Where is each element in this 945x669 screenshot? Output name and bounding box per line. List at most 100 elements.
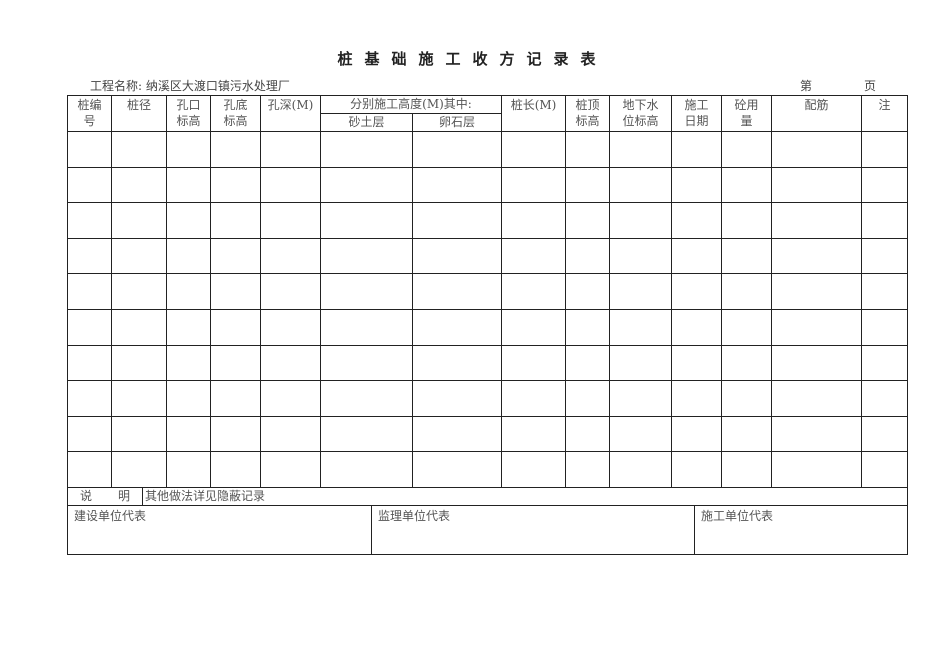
table-cell[interactable] <box>67 273 112 310</box>
table-cell[interactable] <box>501 166 567 204</box>
table-cell[interactable] <box>671 166 723 204</box>
table-cell[interactable] <box>501 273 567 310</box>
table-cell[interactable] <box>260 380 321 417</box>
table-cell[interactable] <box>67 237 112 275</box>
table-cell[interactable] <box>609 131 673 168</box>
table-cell[interactable] <box>210 273 261 310</box>
table-cell[interactable] <box>166 380 211 417</box>
table-cell[interactable] <box>609 202 673 239</box>
table-cell[interactable] <box>721 308 773 346</box>
table-cell[interactable] <box>111 308 167 346</box>
table-cell[interactable] <box>320 344 413 382</box>
table-cell[interactable] <box>166 273 211 310</box>
table-cell[interactable] <box>210 308 261 346</box>
table-cell[interactable] <box>671 415 723 453</box>
table-cell[interactable] <box>565 166 611 204</box>
table-cell[interactable] <box>501 202 567 239</box>
table-cell[interactable] <box>671 380 723 417</box>
table-cell[interactable] <box>771 237 863 275</box>
table-cell[interactable] <box>411 308 503 346</box>
table-cell[interactable] <box>861 202 909 239</box>
table-cell[interactable] <box>260 344 321 382</box>
table-cell[interactable] <box>320 131 413 168</box>
table-cell[interactable] <box>671 344 723 382</box>
table-cell[interactable] <box>565 344 611 382</box>
table-cell[interactable] <box>771 415 863 453</box>
table-cell[interactable] <box>111 451 167 488</box>
table-cell[interactable] <box>609 415 673 453</box>
table-cell[interactable] <box>67 451 112 488</box>
table-cell[interactable] <box>861 380 909 417</box>
table-cell[interactable] <box>609 273 673 310</box>
table-cell[interactable] <box>565 451 611 488</box>
table-cell[interactable] <box>501 451 567 488</box>
table-cell[interactable] <box>411 380 503 417</box>
table-cell[interactable] <box>166 451 211 488</box>
table-cell[interactable] <box>771 202 863 239</box>
table-cell[interactable] <box>260 202 321 239</box>
table-cell[interactable] <box>861 131 909 168</box>
table-cell[interactable] <box>501 131 567 168</box>
table-cell[interactable] <box>320 308 413 346</box>
table-cell[interactable] <box>721 166 773 204</box>
table-cell[interactable] <box>771 451 863 488</box>
table-cell[interactable] <box>565 131 611 168</box>
table-cell[interactable] <box>67 344 112 382</box>
table-cell[interactable] <box>67 166 112 204</box>
table-cell[interactable] <box>609 451 673 488</box>
table-cell[interactable] <box>501 308 567 346</box>
table-cell[interactable] <box>861 166 909 204</box>
supervisor-representative[interactable]: 监理单位代表 <box>371 505 695 555</box>
table-cell[interactable] <box>210 237 261 275</box>
table-cell[interactable] <box>721 237 773 275</box>
table-cell[interactable] <box>111 415 167 453</box>
table-cell[interactable] <box>111 202 167 239</box>
table-cell[interactable] <box>609 380 673 417</box>
table-cell[interactable] <box>671 202 723 239</box>
table-cell[interactable] <box>67 202 112 239</box>
table-cell[interactable] <box>411 166 503 204</box>
table-cell[interactable] <box>671 237 723 275</box>
table-cell[interactable] <box>501 237 567 275</box>
table-cell[interactable] <box>260 451 321 488</box>
table-cell[interactable] <box>260 131 321 168</box>
table-cell[interactable] <box>210 344 261 382</box>
table-cell[interactable] <box>411 237 503 275</box>
table-cell[interactable] <box>501 415 567 453</box>
table-cell[interactable] <box>411 202 503 239</box>
table-cell[interactable] <box>501 344 567 382</box>
table-cell[interactable] <box>565 237 611 275</box>
table-cell[interactable] <box>166 131 211 168</box>
table-cell[interactable] <box>771 166 863 204</box>
table-cell[interactable] <box>771 380 863 417</box>
table-cell[interactable] <box>166 308 211 346</box>
table-cell[interactable] <box>67 308 112 346</box>
table-cell[interactable] <box>260 415 321 453</box>
table-cell[interactable] <box>861 451 909 488</box>
table-cell[interactable] <box>111 131 167 168</box>
table-cell[interactable] <box>501 380 567 417</box>
table-cell[interactable] <box>721 202 773 239</box>
table-cell[interactable] <box>411 451 503 488</box>
table-cell[interactable] <box>166 237 211 275</box>
table-cell[interactable] <box>320 202 413 239</box>
table-cell[interactable] <box>166 344 211 382</box>
table-cell[interactable] <box>721 451 773 488</box>
table-cell[interactable] <box>861 415 909 453</box>
table-cell[interactable] <box>565 202 611 239</box>
table-cell[interactable] <box>67 380 112 417</box>
table-cell[interactable] <box>320 380 413 417</box>
table-cell[interactable] <box>565 415 611 453</box>
table-cell[interactable] <box>721 344 773 382</box>
table-cell[interactable] <box>565 273 611 310</box>
table-cell[interactable] <box>411 344 503 382</box>
table-cell[interactable] <box>320 451 413 488</box>
table-cell[interactable] <box>166 166 211 204</box>
table-cell[interactable] <box>210 131 261 168</box>
table-cell[interactable] <box>320 166 413 204</box>
table-cell[interactable] <box>210 202 261 239</box>
table-cell[interactable] <box>111 380 167 417</box>
table-cell[interactable] <box>609 166 673 204</box>
table-cell[interactable] <box>320 237 413 275</box>
table-cell[interactable] <box>260 166 321 204</box>
